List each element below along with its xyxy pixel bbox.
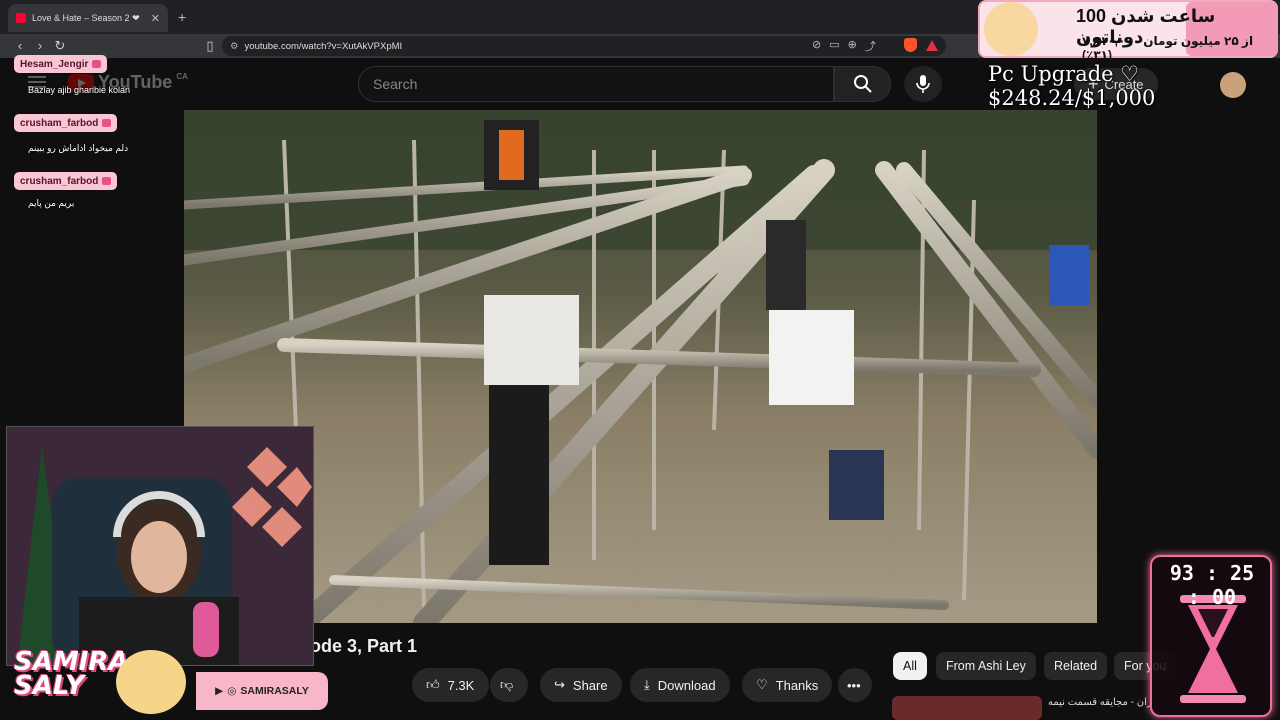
search-input[interactable]: Search [358,66,834,102]
timer-value: 93 : 25 : 00 [1169,561,1255,609]
brand-line-2: SALY [14,671,85,701]
recommended-thumbnail[interactable] [892,696,1042,720]
dislike-button[interactable]: 👎︎ [490,668,528,702]
social-handles: ▶ ◎ SAMIRASALY [196,672,328,710]
browser-tab[interactable]: Love & Hate – Season 2 ❤ ✕ [8,4,168,32]
new-tab-icon[interactable]: + [178,9,186,25]
video-title: ode 3, Part 1 [310,636,418,656]
forward-icon[interactable]: › [32,38,48,53]
chat-user-label: crusham_farbod [20,117,99,129]
chat-username: crusham_farbod [14,172,118,190]
back-icon[interactable]: ‹ [12,38,28,53]
search-placeholder: Search [373,76,418,92]
screen-icon[interactable]: ▭ [829,38,839,54]
mascot-sticker [116,650,186,714]
share-button[interactable]: ↪ Share [540,668,622,702]
site-info-icon[interactable]: ⚙ [230,41,239,52]
recommended-title[interactable]: ران - مجایقه قسمت نیمه [1048,697,1152,708]
thanks-label: Thanks [775,677,819,693]
reload-icon[interactable]: ↻ [52,38,68,54]
thanks-button[interactable]: ♡ Thanks [742,668,833,702]
share-label: Share [572,677,608,693]
like-count: 7.3K [447,677,475,693]
like-button[interactable]: 👍︎ 7.3K [412,668,489,702]
tab-title: Love & Hate – Season 2 ❤ [32,12,140,23]
thumbs-up-icon: 👍︎ [426,677,440,692]
mic-icon [916,75,930,93]
video-frame [184,110,1097,623]
chat-user-label: crusham_farbod [20,175,99,187]
share-icon: ↪ [554,677,565,692]
search-icon [853,75,872,93]
bookmark-icon[interactable]: ▯ [202,38,218,54]
webcam-frame [7,427,313,665]
badge-icon [102,119,112,127]
donation-progress: ۷,۸۱۰,۰۰۰ از ۲۵ میلیون تومان (۳۱٪) [1082,34,1254,62]
donation-goal: Pc Upgrade ♡ $248.24/$1,000 [988,62,1156,110]
mascot-avatar [984,2,1038,56]
country-code: CA [176,72,188,81]
youtube-icon: ▶ [215,685,224,697]
chat-username: Hesam_Jengir [14,55,108,73]
chat-message: بریم من پایم [28,198,75,208]
url-text: youtube.com/watch?v=XutAkVPXpMI [244,40,403,52]
chip-all[interactable]: All [893,652,927,680]
chat-username: crusham_farbod [14,114,118,132]
share-page-icon[interactable]: ⤴ [865,38,876,54]
download-button[interactable]: ⤓ Download [630,668,730,702]
search-button[interactable] [834,66,891,102]
chat-message: دلم میخواد اداماش رو ببینم [28,143,129,153]
chip-related[interactable]: Related [1044,652,1108,680]
address-bar-actions: ⊘ ▭ ⊕ ⤴ [812,38,876,54]
youtube-favicon-icon [16,13,26,23]
chip-from-channel[interactable]: From Ashi Ley [936,652,1036,680]
thanks-heart-icon: ♡ [756,677,768,692]
brave-shield-icon[interactable] [904,38,917,52]
webcam-feed [6,426,314,666]
thumbs-down-icon: 👎︎ [500,677,514,692]
zoom-icon[interactable]: ⊕ [848,38,857,54]
video-player[interactable] [184,110,1097,623]
close-tab-icon[interactable]: ✕ [151,12,160,25]
download-icon: ⤓ [644,677,650,692]
rewards-icon[interactable] [926,40,938,51]
voice-search-button[interactable] [904,66,942,102]
streamer-brand: SAMIRA SALY [14,649,129,701]
more-icon: ••• [847,677,861,693]
hourglass-icon [1180,595,1246,703]
badge-icon [92,60,102,68]
eye-off-icon[interactable]: ⊘ [812,38,821,54]
instagram-icon: ◎ [227,685,237,697]
chat-message: Baziay ajib gharibie kolan [28,85,131,95]
social-handle: SAMIRASALY [240,685,309,697]
more-actions-button[interactable]: ••• [838,668,872,702]
download-label: Download [657,677,716,693]
chat-user-label: Hesam_Jengir [20,58,89,70]
badge-icon [102,177,112,185]
